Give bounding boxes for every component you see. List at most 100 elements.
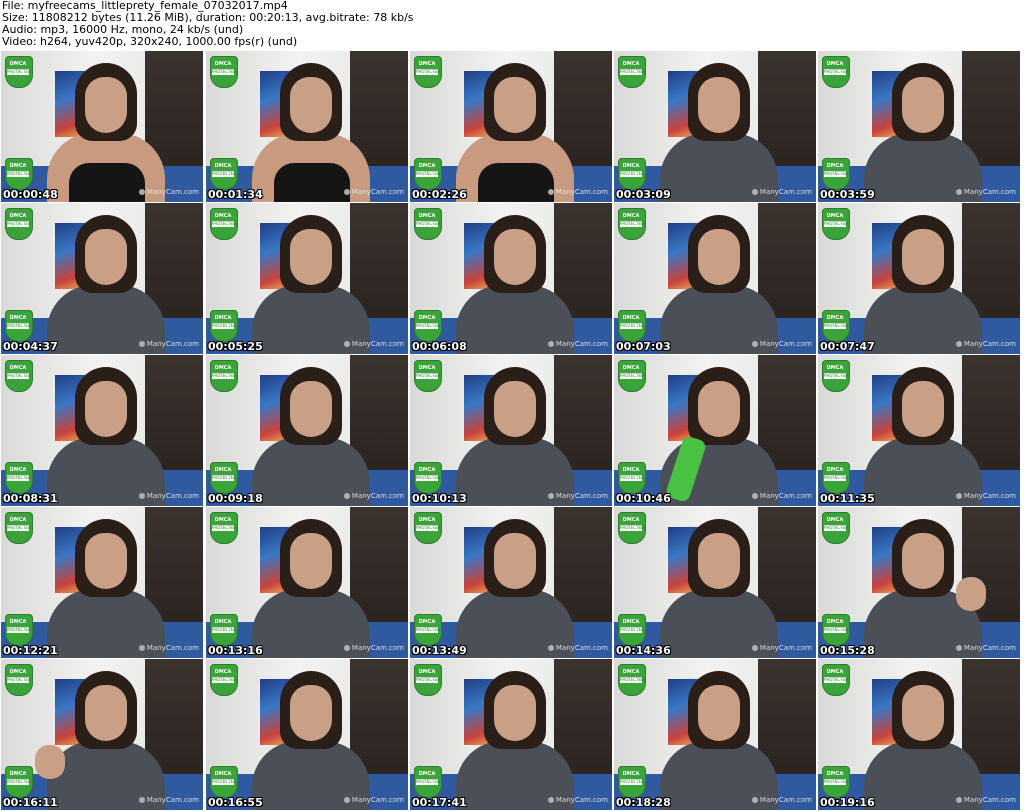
badge-top-text: DMCA	[826, 163, 844, 169]
badge-top-text: DMCA	[622, 517, 640, 523]
video-thumbnail[interactable]: DMCA PROTECTED DMCA PROTECTED ManyCam.com 00:…	[614, 203, 816, 354]
video-thumbnail[interactable]: DMCA PROTECTED DMCA PROTECTED ManyCam.com 00:…	[818, 659, 1020, 810]
person-face	[494, 685, 536, 741]
badge-top-text: DMCA	[9, 669, 27, 675]
manycam-watermark: ManyCam.com	[138, 340, 199, 348]
video-thumbnail[interactable]: DMCA PROTECTED DMCA PROTECTED ManyCam.com 00:…	[206, 51, 408, 202]
watermark-text: ManyCam.com	[351, 644, 404, 652]
badge-top-text: DMCA	[622, 61, 640, 67]
person-face	[902, 229, 944, 285]
badge-band-text: PROTECTED	[212, 627, 237, 633]
timestamp-label: 00:16:55	[208, 796, 263, 809]
watermark-text: ManyCam.com	[759, 188, 812, 196]
watermark-text: ManyCam.com	[963, 492, 1016, 500]
manycam-logo-icon	[955, 341, 962, 347]
dmca-badge-icon: DMCA PROTECTED	[822, 614, 850, 646]
badge-band-text: PROTECTED	[620, 221, 645, 227]
video-thumbnail[interactable]: DMCA PROTECTED DMCA PROTECTED ManyCam.com 00:…	[410, 51, 612, 202]
manycam-watermark: ManyCam.com	[547, 644, 608, 652]
manycam-watermark: ManyCam.com	[547, 796, 608, 804]
video-thumbnail[interactable]: DMCA PROTECTED DMCA PROTECTED ManyCam.com 00:…	[1, 203, 203, 354]
watermark-text: ManyCam.com	[351, 492, 404, 500]
video-thumbnail[interactable]: DMCA PROTECTED DMCA PROTECTED ManyCam.com 00:…	[818, 355, 1020, 506]
badge-band-text: PROTECTED	[824, 221, 849, 227]
badge-band-text: PROTECTED	[7, 779, 32, 785]
timestamp-label: 00:07:03	[616, 340, 671, 353]
timestamp-label: 00:10:13	[412, 492, 467, 505]
badge-band-text: PROTECTED	[824, 171, 849, 177]
person-face	[698, 381, 740, 437]
manycam-logo-icon	[343, 493, 350, 499]
video-thumbnail[interactable]: DMCA PROTECTED DMCA PROTECTED ManyCam.com 00:…	[614, 51, 816, 202]
manycam-watermark: ManyCam.com	[343, 340, 404, 348]
manycam-watermark: ManyCam.com	[955, 492, 1016, 500]
video-thumbnail[interactable]: DMCA PROTECTED DMCA PROTECTED ManyCam.com 00:…	[818, 507, 1020, 658]
thumbnail-grid: DMCA PROTECTED DMCA PROTECTED ManyCam.com 00:…	[0, 51, 1024, 811]
video-thumbnail[interactable]: DMCA PROTECTED DMCA PROTECTED ManyCam.com 00:…	[410, 659, 612, 810]
badge-top-text: DMCA	[9, 163, 27, 169]
dmca-badge-icon: DMCA PROTECTED	[210, 208, 238, 240]
badge-top-text: DMCA	[9, 315, 27, 321]
video-thumbnail[interactable]: DMCA PROTECTED DMCA PROTECTED ManyCam.com 00:…	[206, 507, 408, 658]
watermark-text: ManyCam.com	[963, 644, 1016, 652]
manycam-logo-icon	[547, 341, 554, 347]
video-thumbnail[interactable]: DMCA PROTECTED DMCA PROTECTED ManyCam.com 00:…	[206, 203, 408, 354]
badge-band-text: PROTECTED	[620, 475, 645, 481]
video-thumbnail[interactable]: DMCA PROTECTED DMCA PROTECTED ManyCam.com 00:…	[1, 355, 203, 506]
dmca-badge-icon: DMCA PROTECTED	[822, 360, 850, 392]
manycam-watermark: ManyCam.com	[138, 188, 199, 196]
timestamp-label: 00:03:59	[820, 188, 875, 201]
video-thumbnail[interactable]: DMCA PROTECTED DMCA PROTECTED ManyCam.com 00:…	[410, 203, 612, 354]
person-face	[698, 685, 740, 741]
tank-top	[69, 163, 145, 202]
watermark-text: ManyCam.com	[146, 188, 199, 196]
manycam-logo-icon	[138, 189, 145, 195]
video-thumbnail[interactable]: DMCA PROTECTED DMCA PROTECTED ManyCam.com 00:…	[614, 659, 816, 810]
person-face	[290, 533, 332, 589]
dmca-badge-icon: DMCA PROTECTED	[618, 56, 646, 88]
person	[660, 671, 778, 810]
dmca-badge-icon: DMCA PROTECTED	[414, 614, 442, 646]
timestamp-label: 00:13:16	[208, 644, 263, 657]
badge-top-text: DMCA	[9, 517, 27, 523]
watermark-text: ManyCam.com	[963, 796, 1016, 804]
badge-top-text: DMCA	[418, 213, 436, 219]
manycam-watermark: ManyCam.com	[955, 644, 1016, 652]
badge-band-text: PROTECTED	[824, 475, 849, 481]
video-thumbnail[interactable]: DMCA PROTECTED DMCA PROTECTED ManyCam.com 00:…	[206, 355, 408, 506]
badge-band-text: PROTECTED	[7, 171, 32, 177]
dmca-badge-icon: DMCA PROTECTED	[822, 56, 850, 88]
video-thumbnail[interactable]: DMCA PROTECTED DMCA PROTECTED ManyCam.com 00:…	[206, 659, 408, 810]
video-thumbnail[interactable]: DMCA PROTECTED DMCA PROTECTED ManyCam.com 00:…	[818, 51, 1020, 202]
video-thumbnail[interactable]: DMCA PROTECTED DMCA PROTECTED ManyCam.com 00:…	[614, 355, 816, 506]
person	[252, 367, 370, 506]
dmca-badge-icon: DMCA PROTECTED	[414, 360, 442, 392]
person	[660, 63, 778, 202]
watermark-text: ManyCam.com	[351, 188, 404, 196]
video-thumbnail[interactable]: DMCA PROTECTED DMCA PROTECTED ManyCam.com 00:…	[1, 51, 203, 202]
dmca-badge-icon: DMCA PROTECTED	[414, 310, 442, 342]
manycam-logo-icon	[955, 189, 962, 195]
badge-top-text: DMCA	[622, 365, 640, 371]
badge-top-text: DMCA	[418, 517, 436, 523]
manycam-logo-icon	[751, 189, 758, 195]
video-thumbnail[interactable]: DMCA PROTECTED DMCA PROTECTED ManyCam.com 00:…	[614, 507, 816, 658]
person	[456, 215, 574, 354]
badge-top-text: DMCA	[9, 771, 27, 777]
video-thumbnail[interactable]: DMCA PROTECTED DMCA PROTECTED ManyCam.com 00:…	[410, 355, 612, 506]
dmca-badge-icon: DMCA PROTECTED	[5, 56, 33, 88]
person-face	[494, 381, 536, 437]
timestamp-label: 00:19:16	[820, 796, 875, 809]
timestamp-label: 00:06:08	[412, 340, 467, 353]
video-thumbnail[interactable]: DMCA PROTECTED DMCA PROTECTED ManyCam.com 00:…	[1, 507, 203, 658]
manycam-watermark: ManyCam.com	[751, 492, 812, 500]
manycam-watermark: ManyCam.com	[955, 796, 1016, 804]
video-thumbnail[interactable]: DMCA PROTECTED DMCA PROTECTED ManyCam.com 00:…	[818, 203, 1020, 354]
badge-top-text: DMCA	[826, 61, 844, 67]
badge-top-text: DMCA	[622, 163, 640, 169]
timestamp-label: 00:02:26	[412, 188, 467, 201]
badge-top-text: DMCA	[214, 619, 232, 625]
video-thumbnail[interactable]: DMCA PROTECTED DMCA PROTECTED ManyCam.com 00:…	[410, 507, 612, 658]
tank-top	[274, 163, 350, 202]
video-thumbnail[interactable]: DMCA PROTECTED DMCA PROTECTED ManyCam.com 00:…	[1, 659, 203, 810]
